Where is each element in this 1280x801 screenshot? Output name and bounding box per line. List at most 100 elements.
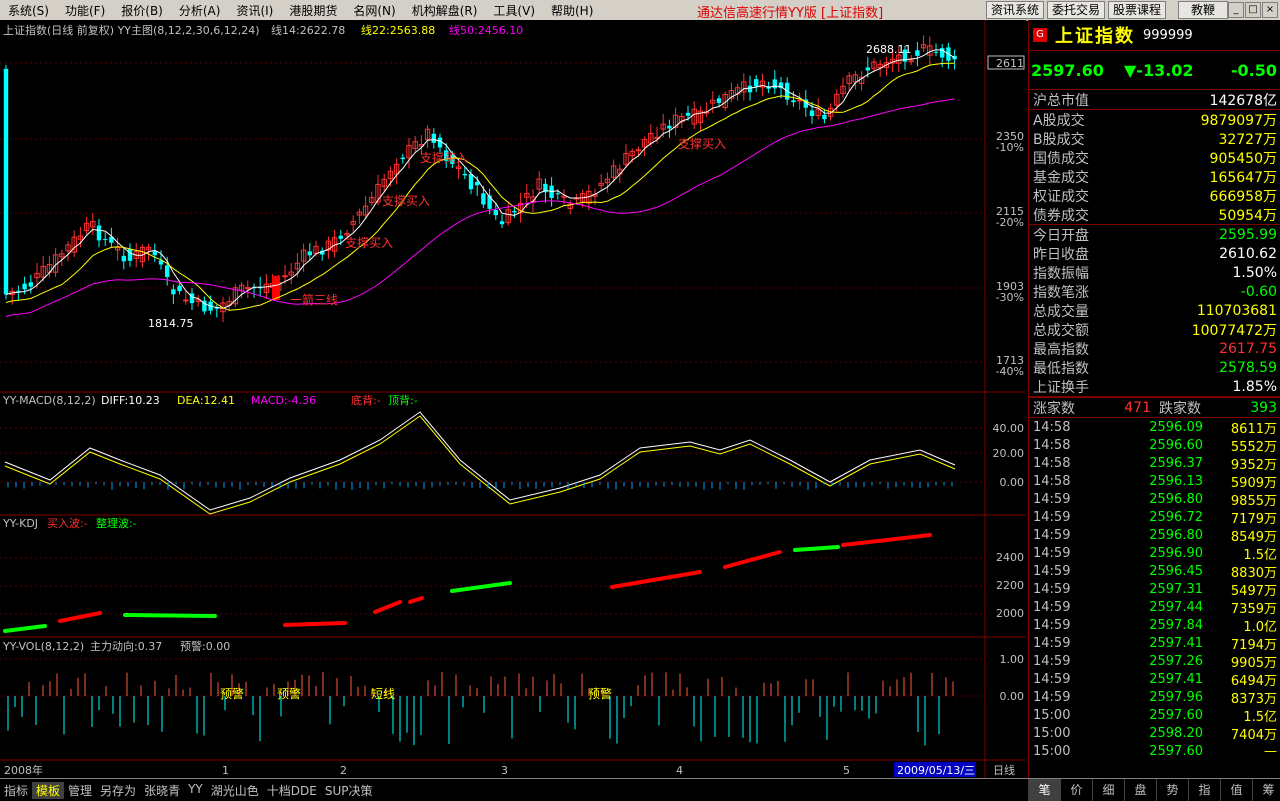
candle-body	[475, 181, 480, 186]
kdj-segment	[283, 621, 347, 627]
right-tab-1[interactable]: 价	[1060, 779, 1092, 801]
bottom-tab-0[interactable]: 指标	[0, 782, 32, 799]
tick-v: 9352万	[1230, 457, 1277, 473]
close-icon[interactable]: ×	[1262, 2, 1278, 18]
menu-item-7[interactable]: 机构解盘(R)	[404, 2, 486, 19]
menu-item-3[interactable]: 分析(A)	[171, 2, 229, 19]
quote-row-label: 最低指数	[1033, 360, 1089, 377]
ma50-label: 线50:2456.10	[449, 23, 523, 37]
tick-row: 14:59 2596.72 7179万	[1029, 508, 1280, 527]
menu-item-9[interactable]: 帮助(H)	[543, 2, 601, 19]
menu-item-2[interactable]: 报价(B)	[113, 2, 171, 19]
candle-body	[791, 100, 796, 103]
candle-body	[96, 225, 102, 241]
kdj-segment	[610, 570, 702, 589]
tick-row: 14:58 2596.13 5909万	[1029, 472, 1280, 491]
tick-t: 14:58	[1033, 473, 1071, 489]
menu-item-0[interactable]: 系统(S)	[0, 2, 57, 19]
candle-body	[493, 210, 498, 216]
quote-row-label: 指数笔涨	[1033, 284, 1089, 301]
tick-p: 2597.96	[1149, 689, 1203, 705]
trade-button[interactable]: 委托交易	[1047, 1, 1106, 19]
minimize-icon[interactable]: _	[1228, 2, 1244, 18]
price-row: 2597.60 ▼-13.02 -0.50	[1029, 51, 1280, 90]
macd-panel	[4, 411, 956, 515]
quote-row: 国债成交 905450万	[1029, 148, 1280, 167]
bottom-tab-6[interactable]: 湖光山色	[207, 782, 263, 799]
tick-row: 14:59 2596.80 8549万	[1029, 526, 1280, 545]
quote-row-value: 1.50%	[1232, 264, 1277, 281]
maximize-icon[interactable]: □	[1245, 2, 1261, 18]
macd-diff-line	[4, 411, 956, 511]
period-label[interactable]: 日线	[993, 763, 1015, 777]
quote-row: A股成交 9879097万	[1029, 110, 1280, 129]
high-label: 2688.11	[866, 43, 912, 56]
tick-t: 14:59	[1033, 545, 1071, 561]
menu-item-8[interactable]: 工具(V)	[485, 2, 543, 19]
macd-label: YY-MACD(8,12,2)	[2, 394, 96, 407]
teaching-button[interactable]: 教鞭	[1178, 1, 1228, 19]
k-line-chart[interactable]: 上证指数(日线 前复权) YY主图(8,12,2,30,6,12,24) 线14…	[0, 20, 1026, 778]
quote-row-label: 权证成交	[1033, 188, 1089, 205]
tick-t: 14:59	[1033, 527, 1071, 543]
bottom-tab-8[interactable]: SUP决策	[321, 782, 377, 799]
stock-course-button[interactable]: 股票课程	[1108, 1, 1167, 19]
right-tab-4[interactable]: 势	[1156, 779, 1188, 801]
candle-body	[716, 98, 722, 103]
signal-candle	[272, 276, 280, 300]
tick-v: 1.5亿	[1243, 709, 1277, 725]
tick-v: 1.5亿	[1243, 547, 1277, 563]
candle-body	[127, 248, 133, 261]
bottom-tab-5[interactable]: YY	[184, 782, 207, 799]
right-tab-5[interactable]: 指	[1188, 779, 1220, 801]
tick-v: 7179万	[1230, 511, 1277, 527]
quote-row-value: 110703681	[1196, 302, 1277, 319]
kdj-segment	[793, 545, 840, 552]
menu-item-1[interactable]: 功能(F)	[57, 2, 113, 19]
quote-row-label: 指数振幅	[1033, 265, 1089, 282]
quote-panel: G 上证指数 999999 2597.60 ▼-13.02 -0.50 沪总市值…	[1028, 20, 1280, 778]
menu-bar: 系统(S) 功能(F) 报价(B) 分析(A) 资讯(I) 港股期货 名网(N) 机构解盘(R…	[0, 0, 1280, 21]
tick-p: 2597.31	[1149, 581, 1203, 597]
bottom-tab-7[interactable]: 十档DDE	[263, 782, 321, 799]
tick-row: 14:58 2596.60 5552万	[1029, 436, 1280, 455]
tick-v: 5909万	[1230, 475, 1277, 491]
tick-v: 9905万	[1230, 655, 1277, 671]
right-tab-2[interactable]: 细	[1092, 779, 1124, 801]
bottom-tab-1[interactable]: 模板	[32, 781, 65, 799]
right-tab-0[interactable]: 笔	[1028, 779, 1060, 801]
tick-v: 8373万	[1230, 691, 1277, 707]
bottom-tab-3[interactable]: 另存为	[96, 782, 140, 799]
bottom-tab-4[interactable]: 张晓青	[140, 782, 184, 799]
quote-row-value: 2610.62	[1219, 245, 1277, 262]
quote-row-value: 9879097万	[1200, 112, 1277, 129]
tick-row: 14:59 2597.84 1.0亿	[1029, 616, 1280, 635]
quote-row-label: 债券成交	[1033, 207, 1089, 224]
candle-body	[171, 289, 176, 295]
bottom-tab-2[interactable]: 管理	[64, 782, 96, 799]
breadth-row: 涨家数 471 跌家数 393	[1029, 397, 1280, 418]
tick-row: 14:59 2597.31 5497万	[1029, 580, 1280, 599]
news-system-button[interactable]: 资讯系统	[986, 1, 1045, 19]
candle-body	[667, 125, 672, 129]
ma14-line	[5, 49, 955, 309]
menu-item-6[interactable]: 名网(N)	[345, 2, 403, 19]
candle-body	[103, 238, 108, 240]
svg-text:40.00: 40.00	[993, 422, 1025, 435]
candle-body	[555, 193, 560, 195]
kdj-label: YY-KDJ	[2, 517, 38, 530]
menu-item-4[interactable]: 资讯(I)	[228, 2, 281, 19]
quote-row-value: 10077472万	[1191, 322, 1277, 339]
tick-t: 14:59	[1033, 491, 1071, 507]
right-tab-3[interactable]: 盘	[1124, 779, 1156, 801]
price-axis: 2611 2350 -10% 2115 -20% 1903 -30% 1713 …	[996, 57, 1024, 378]
tick-list[interactable]: 14:58 2596.09 8611万 14:58 2596.60 5552万 14:58 2…	[1029, 418, 1280, 760]
menu-item-5[interactable]: 港股期货	[281, 2, 345, 19]
tick-p: 2596.45	[1149, 563, 1203, 579]
right-tab-6[interactable]: 值	[1220, 779, 1252, 801]
quote-row: 总成交额 10077472万	[1029, 320, 1280, 339]
chart-area[interactable]: 上证指数(日线 前复权) YY主图(8,12,2,30,6,12,24) 线14…	[0, 20, 1026, 778]
ma14-label: 线14:2622.78	[271, 23, 345, 37]
low-label: 1814.75	[148, 317, 194, 330]
right-tab-7[interactable]: 筹	[1252, 779, 1280, 801]
